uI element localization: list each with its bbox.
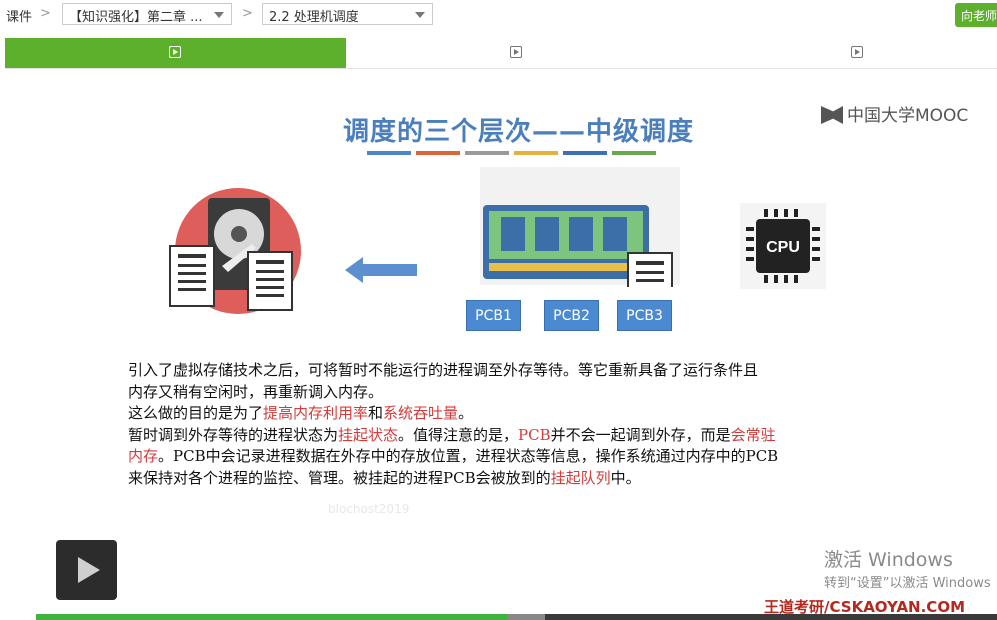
section-select-value: 2.2 处理机调度 [269, 10, 359, 25]
progress-played [36, 614, 507, 620]
text-run: 。值得注意的是， [398, 425, 519, 444]
video-frame[interactable]: 调度的三个层次——中级调度 中国大学MOOC PCB1 PCB2 PCB3 CP… [5, 69, 997, 615]
cpu-label: CPU [766, 239, 800, 256]
pcb-box: PCB3 [617, 300, 672, 331]
unit-tabs [5, 38, 997, 69]
caret-down-icon [415, 12, 425, 18]
section-select[interactable]: 2.2 处理机调度 [262, 3, 433, 25]
disk-storage-illustration [169, 188, 301, 314]
text-run: 来保持对各个进程的监控、管理。被挂起的进程PCB会被放到的 [128, 468, 551, 487]
text-run: 这么做的目的是为了 [128, 404, 264, 422]
text-run: 暂时调到外存等待的进程状态为 [128, 425, 339, 444]
slide-title: 调度的三个层次——中级调度 [343, 117, 695, 147]
activate-windows-title: 激活 Windows [824, 549, 953, 571]
text-run: 中。 [610, 468, 641, 487]
chapter-select[interactable]: 【知识强化】第二章 ... [62, 3, 232, 25]
highlighted-term: 提高内存利用率 [263, 404, 369, 422]
breadcrumb-courseware[interactable]: 课件 [6, 6, 32, 25]
watermark: blochost2019 [328, 502, 410, 516]
highlighted-term: 挂起状态 [338, 425, 399, 444]
title-color-bar [367, 151, 411, 155]
ask-teacher-button[interactable]: 向老师 [955, 3, 997, 27]
document-icon [627, 252, 673, 287]
tab-video-2[interactable] [346, 38, 687, 68]
title-color-bar [416, 151, 460, 155]
pcb-box: PCB2 [544, 300, 599, 331]
text-run: 。PCB中会记录进程数据在外存中的存放位置，进程状态等信息，操作系统通过内存中的… [158, 447, 779, 465]
video-icon [169, 46, 181, 58]
title-color-bar [465, 151, 509, 155]
breadcrumb: 课件 > 【知识强化】第二章 ... > 2.2 处理机调度 向老师 [0, 0, 997, 30]
tab-video-3[interactable] [687, 38, 997, 68]
paragraph-line: 引入了虚拟存储技术之后，可将暂时不能运行的进程调至外存等待。等它重新具备了运行条… [128, 360, 908, 382]
paragraph-line: 暂时调到外存等待的进程状态为挂起状态。值得注意的是，PCB并不会一起调到外存，而… [128, 425, 908, 447]
highlighted-term: 会常驻 [730, 425, 776, 444]
highlighted-term: 系统吞吐量 [383, 404, 459, 422]
document-icon [247, 251, 293, 311]
chevron-right-icon: > [242, 6, 253, 21]
explanation-paragraph: 引入了虚拟存储技术之后，可将暂时不能运行的进程调至外存等待。等它重新具备了运行条… [128, 360, 908, 489]
text-run: 。 [458, 404, 474, 422]
caret-down-icon [214, 12, 224, 18]
arrow-left-icon [345, 257, 417, 283]
pcb-box: PCB1 [466, 300, 521, 331]
title-color-bar [563, 151, 607, 155]
paragraph-line: 内存又稍有空闲时，再重新调入内存。 [128, 382, 908, 404]
text-run: 并不会一起调到外存，而是 [550, 425, 731, 444]
document-icon [169, 245, 215, 307]
memory-module-illustration [480, 167, 680, 287]
highlighted-term: PCB [518, 425, 551, 444]
text-run: 和 [368, 404, 384, 422]
progress-bar[interactable] [36, 614, 997, 620]
highlighted-term: 内存 [128, 447, 159, 465]
play-button[interactable] [56, 540, 117, 600]
mooc-logo-icon [821, 106, 843, 124]
mooc-logo-text: 中国大学MOOC [847, 106, 969, 126]
cpu-chip-illustration: CPU [740, 203, 826, 289]
paragraph-line: 来保持对各个进程的监控、管理。被挂起的进程PCB会被放到的挂起队列中。 [128, 468, 908, 490]
paragraph-line: 这么做的目的是为了提高内存利用率和系统吞吐量。 [128, 403, 908, 425]
title-color-bar [612, 151, 656, 155]
text-run: 内存又稍有空闲时，再重新调入内存。 [128, 382, 384, 401]
chevron-right-icon: > [40, 6, 51, 21]
chapter-select-value: 【知识强化】第二章 ... [69, 10, 203, 25]
highlighted-term: 挂起队列 [550, 468, 611, 487]
text-run: 引入了虚拟存储技术之后，可将暂时不能运行的进程调至外存等待。等它重新具备了运行条… [128, 361, 759, 379]
video-icon [510, 46, 522, 58]
mooc-logo: 中国大学MOOC [821, 101, 968, 126]
video-icon [851, 46, 863, 58]
tab-video-1[interactable] [5, 38, 346, 68]
title-color-bar [514, 151, 558, 155]
activate-windows-hint: 转到“设置”以激活 Windows [824, 576, 991, 591]
paragraph-line: 内存。PCB中会记录进程数据在外存中的存放位置，进程状态等信息，操作系统通过内存… [128, 446, 908, 468]
